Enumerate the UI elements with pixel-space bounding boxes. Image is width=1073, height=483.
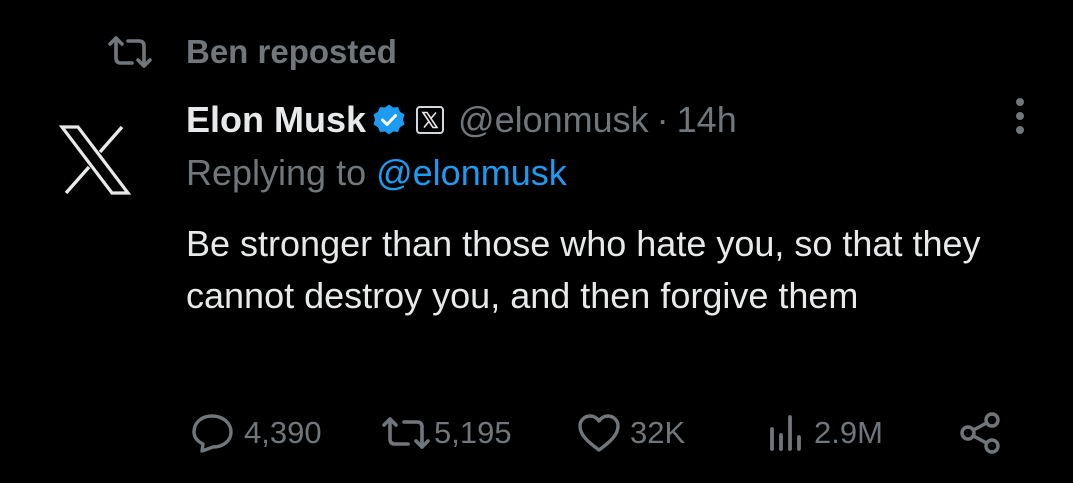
- x-logo-icon[interactable]: [58, 125, 132, 195]
- share-icon: [958, 411, 1002, 455]
- post-timestamp[interactable]: 14h: [677, 99, 737, 141]
- reply-mention-link[interactable]: @elonmusk: [376, 152, 567, 193]
- analytics-icon: [766, 413, 806, 453]
- views-button[interactable]: 2.9M: [766, 408, 883, 458]
- reply-count: 4,390: [244, 415, 322, 450]
- heart-icon: [576, 412, 622, 454]
- share-button[interactable]: [958, 408, 1002, 458]
- repost-icon: [106, 34, 154, 70]
- action-bar: 4,390 5,195 32K 2.9M: [190, 408, 1020, 458]
- x-affiliate-badge-icon[interactable]: [416, 106, 445, 134]
- reply-prefix: Replying to: [186, 152, 377, 193]
- verified-badge-icon[interactable]: [372, 103, 406, 137]
- repost-banner: Ben reposted: [106, 30, 397, 74]
- reply-context: Replying to @elonmusk: [186, 152, 567, 194]
- author-handle[interactable]: @elonmusk: [458, 99, 649, 141]
- repost-count: 5,195: [434, 415, 512, 450]
- tweet-header: Elon Musk @elonmusk · 14h: [186, 94, 737, 146]
- separator-dot: ·: [656, 99, 669, 140]
- repost-button[interactable]: 5,195: [380, 408, 512, 458]
- tweet-text: Be stronger than those who hate you, so …: [186, 223, 981, 316]
- repost-label[interactable]: Ben reposted: [186, 33, 397, 71]
- repost-icon: [380, 414, 432, 452]
- like-button[interactable]: 32K: [576, 408, 685, 458]
- reply-button[interactable]: 4,390: [190, 408, 322, 458]
- author-display-name[interactable]: Elon Musk: [186, 99, 366, 141]
- views-count: 2.9M: [814, 415, 883, 450]
- reply-icon: [190, 412, 236, 454]
- like-count: 32K: [630, 415, 686, 450]
- more-options-icon[interactable]: [1000, 96, 1040, 140]
- tweet[interactable]: Ben reposted Elon Musk @elonmusk · 14h R…: [0, 0, 1073, 483]
